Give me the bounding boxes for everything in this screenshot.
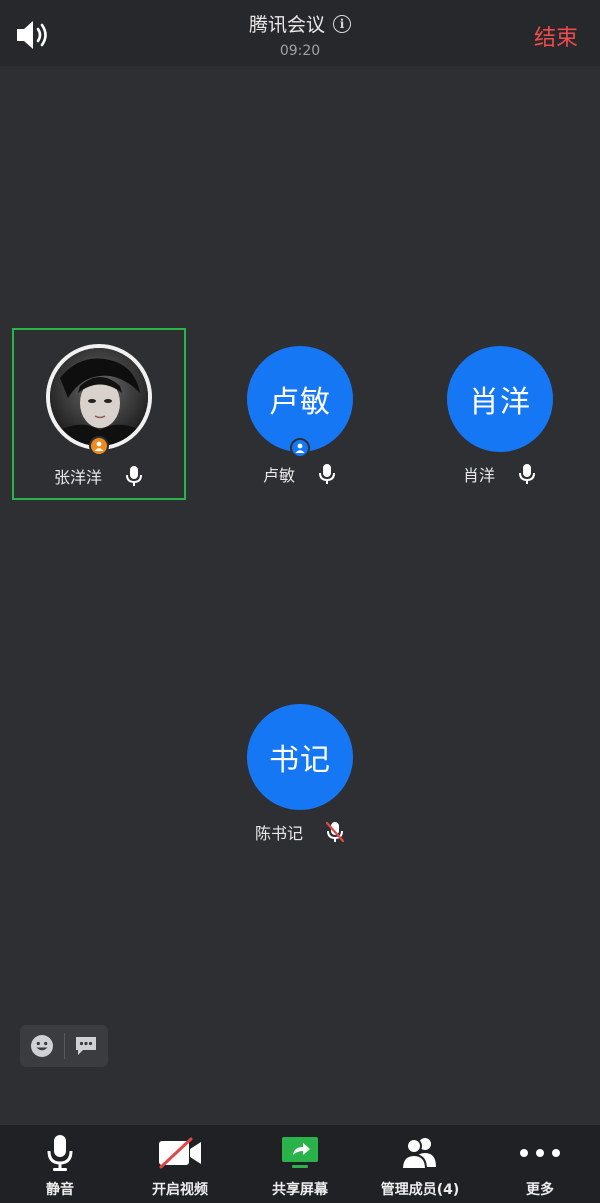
- avatar: 书记: [247, 704, 353, 810]
- start-video-label: 开启视频: [152, 1182, 208, 1198]
- share-screen-label: 共享屏幕: [272, 1182, 328, 1198]
- participant-name: 卢敏: [262, 466, 295, 485]
- more-dots-icon: [519, 1133, 561, 1173]
- bottom-toolbar: 静音 开启视频 共享屏幕 管理成员(4) 更多: [0, 1125, 600, 1203]
- emoji-icon[interactable]: [20, 1025, 64, 1067]
- participant-tile-xiaoyang[interactable]: 肖洋 肖洋: [413, 328, 587, 500]
- microphone-icon: [319, 464, 335, 484]
- host-badge-icon: [89, 436, 109, 456]
- members-icon: [400, 1133, 440, 1173]
- mute-button[interactable]: 静音: [0, 1125, 120, 1203]
- participant-tile-zhangyangyang[interactable]: 张洋洋: [12, 328, 186, 500]
- chat-bubble-icon[interactable]: [65, 1025, 109, 1067]
- info-icon[interactable]: i: [333, 14, 351, 33]
- participant-name: 张洋洋: [53, 468, 102, 487]
- reaction-panel: [20, 1025, 108, 1067]
- microphone-icon: [45, 1133, 75, 1173]
- top-bar: 腾讯会议 i 09:20 结束: [0, 0, 600, 66]
- participant-name: 肖洋: [462, 466, 495, 485]
- microphone-muted-icon: [325, 821, 345, 843]
- more-label: 更多: [526, 1182, 554, 1198]
- microphone-icon: [126, 466, 142, 486]
- participant-name-row: 张洋洋: [14, 464, 184, 488]
- end-meeting-button[interactable]: 结束: [534, 20, 578, 52]
- participant-name: 陈书记: [254, 824, 303, 843]
- meeting-title-area: 腾讯会议 i 09:20: [0, 10, 600, 59]
- share-screen-icon: [280, 1133, 320, 1173]
- share-screen-button[interactable]: 共享屏幕: [240, 1125, 360, 1203]
- cohost-badge-icon: [290, 438, 310, 458]
- participant-name-row: 卢敏: [213, 462, 387, 486]
- manage-members-button[interactable]: 管理成员(4): [360, 1125, 480, 1203]
- meeting-timer: 09:20: [279, 43, 321, 59]
- video-off-icon: [157, 1133, 203, 1173]
- avatar: [46, 344, 152, 450]
- start-video-button[interactable]: 开启视频: [120, 1125, 240, 1203]
- microphone-icon: [519, 464, 535, 484]
- manage-members-label: 管理成员(4): [380, 1182, 460, 1198]
- participant-tile-chenshuji[interactable]: 书记 陈书记: [213, 686, 387, 858]
- avatar: 肖洋: [447, 346, 553, 452]
- participant-name-row: 肖洋: [413, 462, 587, 486]
- meeting-title: 腾讯会议: [248, 14, 325, 36]
- avatar: 卢敏: [247, 346, 353, 452]
- participant-tile-lumin[interactable]: 卢敏 卢敏: [213, 328, 387, 500]
- participant-name-row: 陈书记: [213, 820, 387, 844]
- mute-label: 静音: [46, 1182, 74, 1198]
- more-button[interactable]: 更多: [480, 1125, 600, 1203]
